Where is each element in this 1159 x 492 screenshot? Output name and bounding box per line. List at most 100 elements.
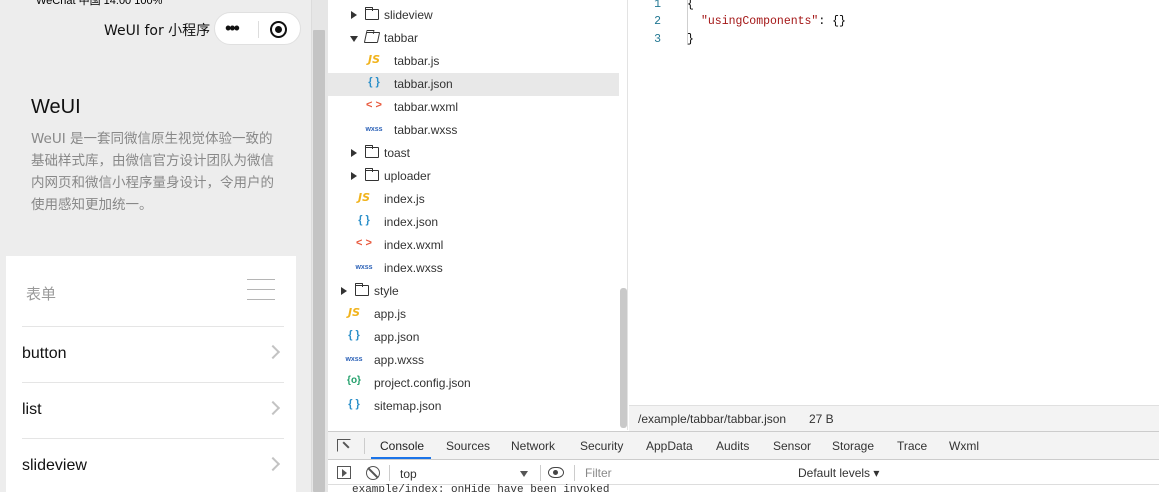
tree-folder-toast[interactable]: toast xyxy=(328,142,619,165)
cfg-file-icon: {o} xyxy=(347,375,361,386)
tab-storage[interactable]: Storage xyxy=(832,439,874,453)
tree-file-tabbar-js[interactable]: JS tabbar.js xyxy=(328,50,619,73)
tree-folder-tabbar[interactable]: tabbar xyxy=(328,27,619,50)
capsule-menu[interactable]: ••• xyxy=(214,12,301,45)
tree-file-tabbar-wxss[interactable]: wxss tabbar.wxss xyxy=(328,119,619,142)
menu-item-button[interactable]: button xyxy=(22,326,284,382)
json-file-icon: { } xyxy=(358,214,370,226)
json-value: : {} xyxy=(818,15,846,28)
wxml-file-icon: < > xyxy=(356,237,372,249)
simulator-scroll-thumb[interactable] xyxy=(313,30,325,492)
caret-down-icon[interactable] xyxy=(350,36,358,42)
caret-right-icon[interactable] xyxy=(351,11,357,19)
console-toolbar: top Default levels ▾ xyxy=(328,461,1159,485)
tab-audits[interactable]: Audits xyxy=(716,439,749,453)
eye-icon[interactable] xyxy=(548,467,564,478)
status-bar: WeChat 中国 14:00 100% xyxy=(36,0,163,7)
console-sidebar-icon[interactable] xyxy=(337,466,351,479)
more-icon[interactable]: ••• xyxy=(225,17,240,39)
code-line[interactable]: { xyxy=(687,0,694,11)
context-value: top xyxy=(400,467,417,481)
line-number: 3 xyxy=(654,33,661,46)
wxss-file-icon: wxss xyxy=(365,126,383,133)
caret-right-icon[interactable] xyxy=(341,287,347,295)
tree-item-label: style xyxy=(374,284,399,298)
tree-item-label: app.wxss xyxy=(374,353,425,367)
clear-console-icon[interactable] xyxy=(366,466,380,480)
menu-item-label: button xyxy=(22,345,67,362)
tree-item-label: tabbar xyxy=(384,31,419,45)
capsule-divider xyxy=(258,21,259,38)
page-description: WeUI 是一套同微信原生视觉体验一致的基础样式库，由微信官方设计团队为微信内网… xyxy=(31,131,274,213)
js-file-icon: JS xyxy=(357,191,370,204)
tree-item-label: app.js xyxy=(374,307,407,321)
menu-item-list[interactable]: list xyxy=(22,382,284,438)
tree-file-tabbar-json[interactable]: { } tabbar.json xyxy=(328,73,619,96)
tree-folder-slideview[interactable]: slideview xyxy=(328,4,619,27)
tree-item-label: tabbar.wxss xyxy=(394,123,458,137)
tab-network[interactable]: Network xyxy=(511,439,555,453)
tab-sensor[interactable]: Sensor xyxy=(773,439,811,453)
tree-item-label: index.json xyxy=(384,215,439,229)
tab-security[interactable]: Security xyxy=(580,439,623,453)
file-path: /example/tabbar/tabbar.json xyxy=(638,412,787,426)
tree-file-sitemap-json[interactable]: { } sitemap.json xyxy=(328,395,619,418)
folder-icon xyxy=(355,283,369,296)
line-number: 2 xyxy=(654,15,661,28)
editor-status-bar: /example/tabbar/tabbar.json 27 B xyxy=(629,405,1159,431)
tree-item-label: app.json xyxy=(374,330,420,344)
close-target-icon[interactable] xyxy=(270,21,287,38)
file-size: 27 B xyxy=(809,412,834,426)
tab-sources[interactable]: Sources xyxy=(446,439,490,453)
filter-input[interactable] xyxy=(580,463,790,483)
tree-item-label: slideview xyxy=(384,8,433,22)
tree-folder-style[interactable]: style xyxy=(328,280,619,303)
toolbar-divider xyxy=(364,438,365,454)
code-editor[interactable]: 1 { 2 "usingComponents": {} 3 } xyxy=(629,0,1159,405)
tree-file-tabbar-wxml[interactable]: < > tabbar.wxml xyxy=(328,96,619,119)
tree-file-index-wxss[interactable]: wxss index.wxss xyxy=(328,257,619,280)
tree-file-app-js[interactable]: JS app.js xyxy=(328,303,619,326)
tree-item-label: project.config.json xyxy=(374,376,471,390)
code-line[interactable]: } xyxy=(687,33,694,46)
inspect-icon[interactable] xyxy=(337,439,351,452)
tree-file-index-js[interactable]: JS index.js xyxy=(328,188,619,211)
code-line[interactable]: "usingComponents": {} xyxy=(701,15,846,28)
menu-item-slideview[interactable]: slideview xyxy=(22,438,284,492)
wxss-file-icon: wxss xyxy=(355,264,373,271)
log-levels-dropdown[interactable]: Default levels ▾ xyxy=(798,466,879,480)
explorer-scroll-thumb[interactable] xyxy=(620,288,627,428)
tab-appdata[interactable]: AppData xyxy=(646,439,693,453)
tree-folder-uploader[interactable]: uploader xyxy=(328,165,619,188)
chevron-right-icon xyxy=(265,456,281,472)
tree-item-label: toast xyxy=(384,146,411,160)
tab-console[interactable]: Console xyxy=(380,439,424,453)
folder-icon xyxy=(365,168,379,181)
tree-item-label: index.wxml xyxy=(384,238,444,252)
tree-file-app-json[interactable]: { } app.json xyxy=(328,326,619,349)
tree-file-index-json[interactable]: { } index.json xyxy=(328,211,619,234)
toolbar-divider xyxy=(540,465,541,481)
tab-wxml[interactable]: Wxml xyxy=(949,439,979,453)
file-explorer: slideview tabbar JS tabbar.js { } tabbar.json… xyxy=(328,0,628,430)
tree-item-label: index.wxss xyxy=(384,261,443,275)
menu-item-label: list xyxy=(22,401,42,418)
context-selector[interactable]: top xyxy=(394,463,534,483)
caret-right-icon[interactable] xyxy=(351,172,357,180)
toolbar-divider xyxy=(574,465,575,481)
chevron-right-icon xyxy=(265,344,281,360)
console-message: example/index: onHide have been invoked xyxy=(352,484,610,492)
devtools-panel: Console Sources Network Security AppData Audi… xyxy=(328,431,1159,492)
tree-file-app-wxss[interactable]: wxss app.wxss xyxy=(328,349,619,372)
tree-file-project-config-json[interactable]: {o} project.config.json xyxy=(328,372,619,395)
wxss-file-icon: wxss xyxy=(345,356,363,363)
tree-file-index-wxml[interactable]: < > index.wxml xyxy=(328,234,619,257)
tab-trace[interactable]: Trace xyxy=(897,439,927,453)
caret-right-icon[interactable] xyxy=(351,149,357,157)
json-key: "usingComponents" xyxy=(701,15,819,28)
hamburger-icon[interactable] xyxy=(247,279,275,301)
devtools-tab-bar: Console Sources Network Security AppData Audi… xyxy=(328,432,1159,460)
json-file-icon: { } xyxy=(348,329,360,341)
tree-item-label: sitemap.json xyxy=(374,399,442,413)
folder-icon xyxy=(365,7,379,20)
